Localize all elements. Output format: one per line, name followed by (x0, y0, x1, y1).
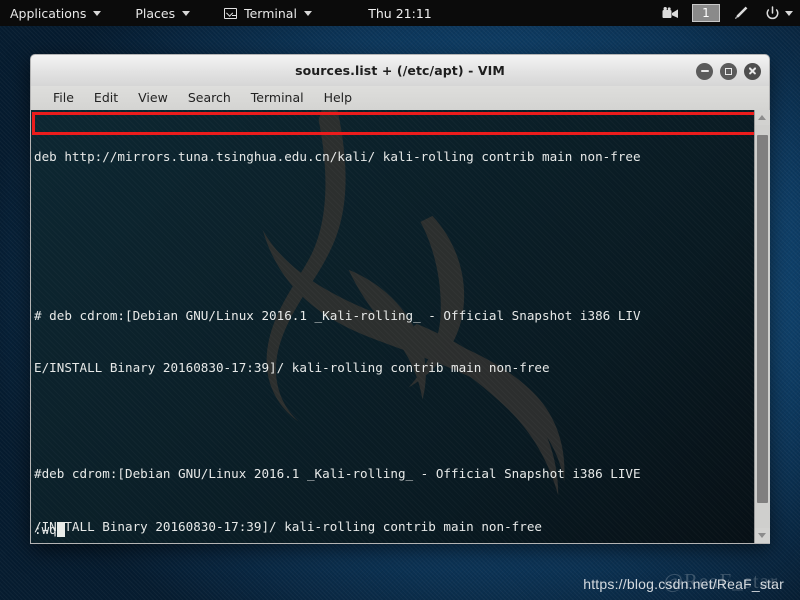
maximize-button[interactable] (720, 62, 737, 80)
places-label: Places (135, 5, 176, 21)
chevron-down-icon (303, 10, 312, 16)
code-line: deb http://mirrors.tuna.tsinghua.edu.cn/… (34, 149, 641, 165)
text-cursor (56, 522, 65, 537)
vim-text-buffer: deb http://mirrors.tuna.tsinghua.edu.cn/… (31, 110, 754, 543)
top-panel: Applications Places Terminal Thu 21:11 1 (0, 0, 800, 26)
pen-icon[interactable] (726, 0, 756, 26)
video-camera-icon[interactable] (655, 0, 686, 26)
workspace-switcher[interactable]: 1 (692, 4, 720, 22)
menu-view[interactable]: View (128, 86, 178, 110)
code-line: /INSTALL Binary 20160830-17:39]/ kali-ro… (34, 518, 542, 534)
terminal-label: Terminal (244, 5, 297, 21)
minimize-button[interactable] (696, 62, 713, 80)
chevron-down-icon (182, 10, 191, 16)
vim-command-line: :wq (34, 522, 65, 537)
menu-edit[interactable]: Edit (84, 86, 128, 110)
menu-terminal[interactable]: Terminal (214, 0, 322, 26)
terminal-body: deb http://mirrors.tuna.tsinghua.edu.cn/… (30, 110, 770, 544)
menu-file[interactable]: File (43, 86, 84, 110)
menu-bar: File Edit View Search Terminal Help (30, 86, 770, 110)
watermark-url: https://blog.csdn.net/ReaF_star (583, 576, 784, 592)
code-line: #deb cdrom:[Debian GNU/Linux 2016.1 _Kal… (34, 465, 641, 481)
code-line: E/INSTALL Binary 20160830-17:39]/ kali-r… (34, 360, 550, 376)
scroll-up-arrow-icon[interactable] (754, 110, 770, 125)
scroll-down-arrow-icon[interactable] (754, 528, 770, 543)
power-icon[interactable] (758, 0, 796, 26)
square-icon (725, 67, 732, 75)
scrollbar[interactable] (754, 110, 770, 543)
close-icon (748, 67, 757, 76)
terminal-window: sources.list + (/etc/apt) - VIM File Edi… (30, 54, 770, 544)
code-line: # deb cdrom:[Debian GNU/Linux 2016.1 _Ka… (34, 307, 641, 323)
workspace-number: 1 (702, 6, 710, 20)
chevron-down-icon (93, 10, 102, 16)
window-title: sources.list + (/etc/apt) - VIM (295, 63, 505, 78)
menu-applications[interactable]: Applications (0, 0, 111, 26)
desktop: Applications Places Terminal Thu 21:11 1… (0, 0, 800, 600)
window-controls (696, 55, 761, 87)
minus-icon (700, 70, 709, 72)
menu-search[interactable]: Search (178, 86, 241, 110)
command-text: :wq (34, 522, 57, 537)
close-button[interactable] (744, 62, 761, 80)
menu-help[interactable]: Help (314, 86, 363, 110)
window-titlebar[interactable]: sources.list + (/etc/apt) - VIM (30, 54, 770, 86)
applications-label: Applications (10, 5, 87, 21)
chevron-down-icon (785, 10, 793, 16)
menu-terminal[interactable]: Terminal (241, 86, 314, 110)
vim-editor-area[interactable]: deb http://mirrors.tuna.tsinghua.edu.cn/… (31, 110, 754, 543)
system-tray: 1 (655, 0, 796, 26)
scrollbar-track[interactable] (754, 125, 770, 528)
terminal-icon (224, 7, 238, 19)
scrollbar-thumb[interactable] (756, 135, 768, 503)
menu-places[interactable]: Places (125, 0, 200, 26)
